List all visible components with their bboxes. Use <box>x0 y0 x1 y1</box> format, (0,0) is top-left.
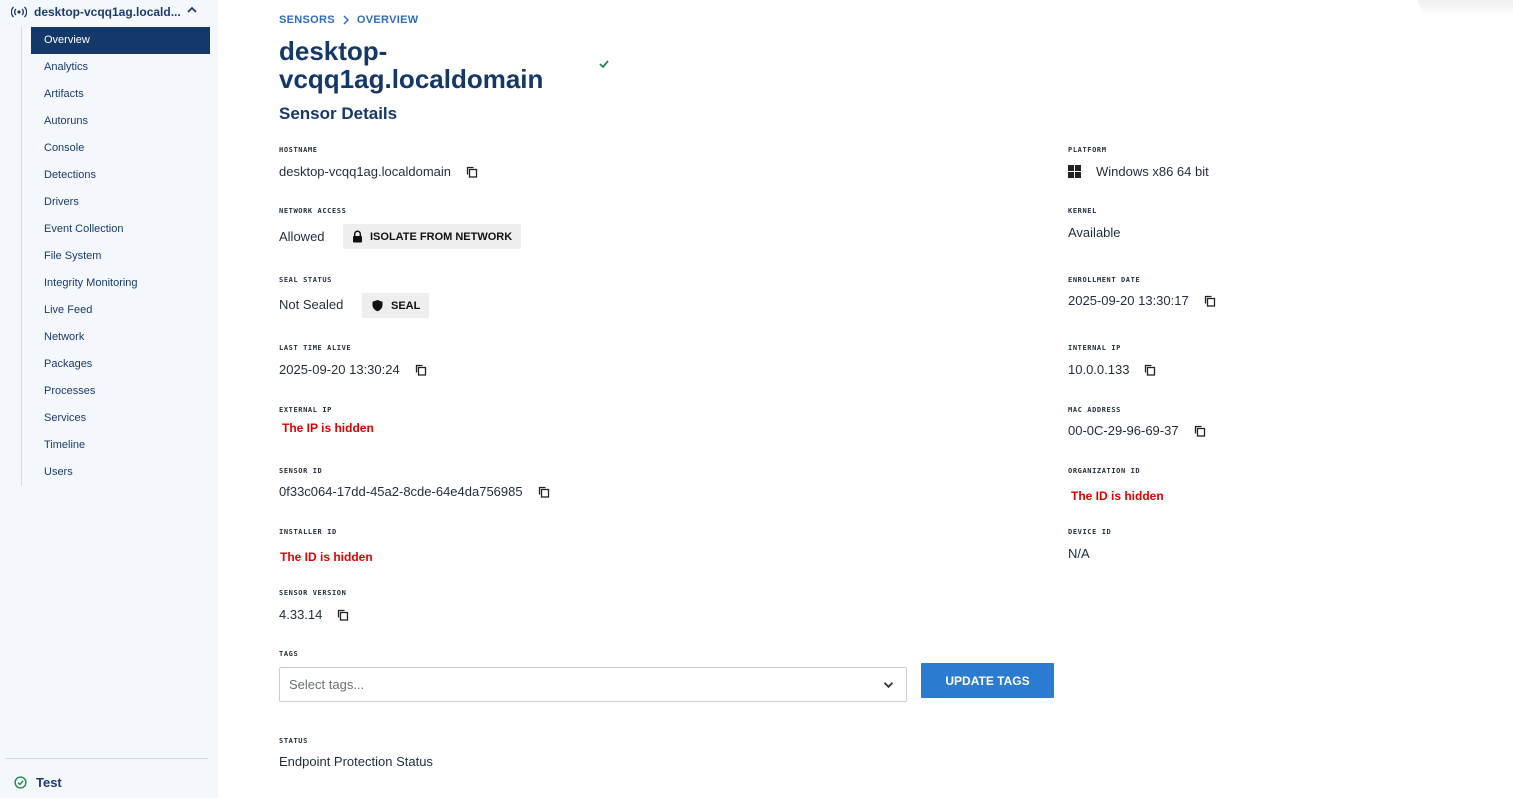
sidebar-item-users[interactable]: Users <box>31 459 210 486</box>
windows-icon <box>1068 165 1081 178</box>
sidebar-divider <box>5 758 208 759</box>
hostname-value: desktop-vcqq1ag.localdomain <box>279 164 451 179</box>
external-ip-value: The IP is hidden <box>282 421 374 435</box>
last-time-alive-value: 2025-09-20 13:30:24 <box>279 362 400 377</box>
sidebar-item-services[interactable]: Services <box>31 405 210 432</box>
mac-address-label: MAC ADDRESS <box>1068 406 1121 414</box>
tags-placeholder: Select tags... <box>289 677 365 692</box>
enrollment-date-value: 2025-09-20 13:30:17 <box>1068 293 1189 308</box>
mac-address-value: 00-0C-29-96-69-37 <box>1068 423 1179 438</box>
platform-value: Windows x86 64 bit <box>1096 164 1209 179</box>
internal-ip-field: 10.0.0.133 <box>1068 362 1156 377</box>
installer-id-label: INSTALLER ID <box>279 528 337 536</box>
device-id-value: N/A <box>1068 546 1090 561</box>
organization-name: Test <box>36 775 62 790</box>
copy-icon[interactable] <box>415 364 427 376</box>
sidebar-item-processes[interactable]: Processes <box>31 378 210 405</box>
copy-icon[interactable] <box>466 166 478 178</box>
check-circle-icon <box>14 776 27 789</box>
sensor-id-field: 0f33c064-17dd-45a2-8cde-64e4da756985 <box>279 484 550 499</box>
copy-icon[interactable] <box>1204 295 1216 307</box>
seal-status-label: SEAL STATUS <box>279 276 332 284</box>
broadcast-icon <box>11 6 27 18</box>
sidebar-item-drivers[interactable]: Drivers <box>31 189 210 216</box>
chevron-up-icon[interactable] <box>186 5 198 15</box>
copy-icon[interactable] <box>1194 425 1206 437</box>
installer-id-value: The ID is hidden <box>280 550 373 564</box>
section-title: Sensor Details <box>279 104 398 123</box>
seal-button-label: SEAL <box>391 299 421 312</box>
last-time-alive-field: 2025-09-20 13:30:24 <box>279 362 427 377</box>
hostname-field: desktop-vcqq1ag.localdomain <box>279 164 478 179</box>
top-right-shadow <box>1418 0 1513 18</box>
tags-select[interactable]: Select tags... <box>279 667 907 702</box>
page-title: desktop-vcqq1ag.localdomain <box>279 36 544 94</box>
internal-ip-value: 10.0.0.133 <box>1068 362 1130 377</box>
sensor-nav: Overview Analytics Artifacts Autoruns Co… <box>21 27 211 486</box>
internal-ip-label: INTERNAL IP <box>1068 344 1121 352</box>
sidebar-item-detections[interactable]: Detections <box>31 162 210 189</box>
update-tags-button[interactable]: UPDATE TAGS <box>921 663 1054 698</box>
sidebar-item-artifacts[interactable]: Artifacts <box>31 81 210 108</box>
sidebar-item-console[interactable]: Console <box>31 135 210 162</box>
sidebar: desktop-vcqq1ag.locald... Overview Analy… <box>0 0 218 798</box>
isolate-network-button[interactable]: ISOLATE FROM NETWORK <box>343 224 522 249</box>
kernel-label: KERNEL <box>1068 207 1097 215</box>
network-access-value: Allowed <box>279 229 325 244</box>
platform-field: Windows x86 64 bit <box>1068 164 1209 179</box>
seal-status-value: Not Sealed <box>279 297 344 312</box>
sidebar-item-autoruns[interactable]: Autoruns <box>31 108 210 135</box>
sidebar-item-packages[interactable]: Packages <box>31 351 210 378</box>
kernel-value: Available <box>1068 225 1121 240</box>
status-value: Endpoint Protection Status <box>279 754 433 769</box>
isolate-network-label: ISOLATE FROM NETWORK <box>370 230 513 243</box>
sensor-name: desktop-vcqq1ag.locald... <box>34 5 181 19</box>
shield-icon <box>372 300 383 312</box>
check-icon <box>599 60 609 68</box>
breadcrumb-sensors[interactable]: SENSORS <box>279 14 335 26</box>
external-ip-label: EXTERNAL IP <box>279 406 332 414</box>
sidebar-item-overview[interactable]: Overview <box>31 27 210 54</box>
seal-button[interactable]: SEAL <box>362 293 430 318</box>
copy-icon[interactable] <box>1144 364 1156 376</box>
sidebar-item-event-collection[interactable]: Event Collection <box>31 216 210 243</box>
platform-label: PLATFORM <box>1068 146 1107 154</box>
chevron-down-icon[interactable] <box>883 681 894 689</box>
network-access-label: NETWORK ACCESS <box>279 207 347 215</box>
device-id-label: DEVICE ID <box>1068 528 1112 536</box>
sensor-id-label: SENSOR ID <box>279 467 323 475</box>
lock-icon <box>353 230 362 243</box>
hostname-label: HOSTNAME <box>279 146 318 154</box>
organization-id-value: The ID is hidden <box>1071 489 1164 503</box>
copy-icon[interactable] <box>337 609 349 621</box>
chevron-right-icon <box>343 15 349 25</box>
sidebar-item-integrity-monitoring[interactable]: Integrity Monitoring <box>31 270 210 297</box>
organization-switcher[interactable]: Test <box>14 775 62 790</box>
breadcrumb: SENSORS OVERVIEW <box>279 14 418 26</box>
sidebar-item-analytics[interactable]: Analytics <box>31 54 210 81</box>
sensor-header[interactable]: desktop-vcqq1ag.locald... <box>11 4 181 20</box>
last-time-alive-label: LAST TIME ALIVE <box>279 344 352 352</box>
copy-icon[interactable] <box>538 486 550 498</box>
tags-label: TAGS <box>279 650 299 658</box>
sidebar-item-network[interactable]: Network <box>31 324 210 351</box>
sensor-version-field: 4.33.14 <box>279 607 349 622</box>
status-label: STATUS <box>279 737 308 745</box>
sensor-version-label: SENSOR VERSION <box>279 589 347 597</box>
enrollment-date-field: 2025-09-20 13:30:17 <box>1068 293 1216 308</box>
organization-id-label: ORGANIZATION ID <box>1068 467 1141 475</box>
sidebar-item-file-system[interactable]: File System <box>31 243 210 270</box>
sensor-id-value: 0f33c064-17dd-45a2-8cde-64e4da756985 <box>279 484 523 499</box>
sensor-version-value: 4.33.14 <box>279 607 323 622</box>
mac-address-field: 00-0C-29-96-69-37 <box>1068 423 1206 438</box>
sidebar-item-live-feed[interactable]: Live Feed <box>31 297 210 324</box>
sidebar-item-timeline[interactable]: Timeline <box>31 432 210 459</box>
breadcrumb-overview[interactable]: OVERVIEW <box>357 14 419 26</box>
enrollment-date-label: ENROLLMENT DATE <box>1068 276 1141 284</box>
